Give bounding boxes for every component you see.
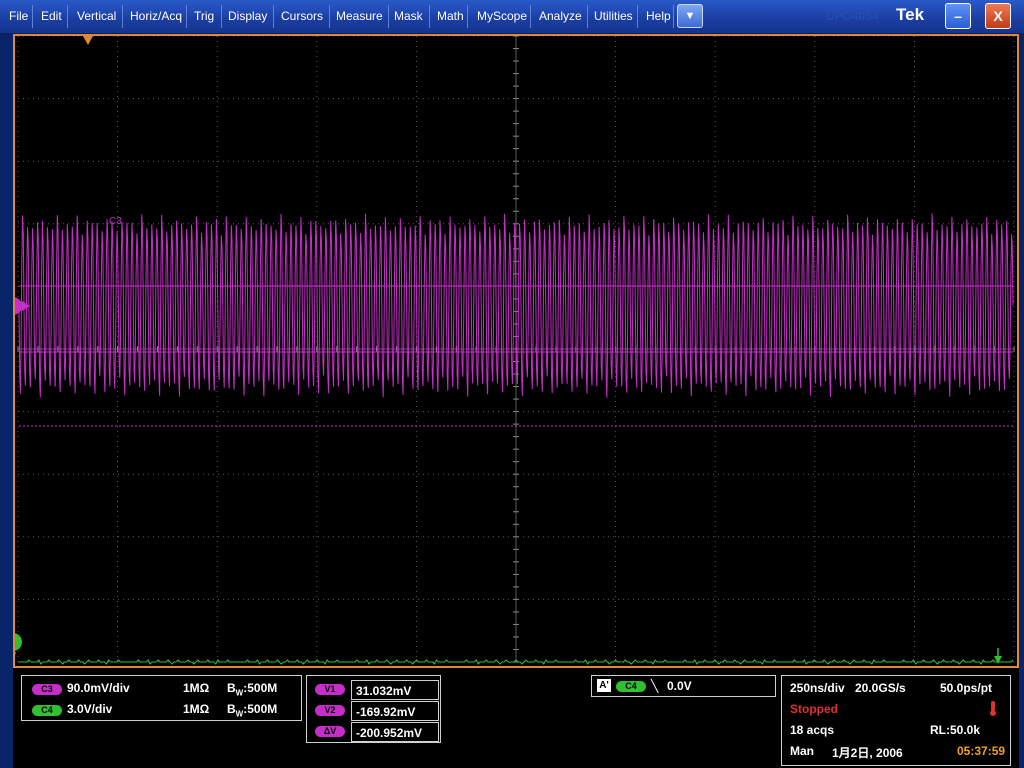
menu-vertical[interactable]: Vertical <box>71 0 122 33</box>
menu-separator <box>273 5 274 28</box>
menu-utilities[interactable]: Utilities <box>588 0 639 33</box>
acquisition-readout[interactable]: 250ns/div 20.0GS/s 50.0ps/pt Stopped 18 … <box>781 675 1011 766</box>
c4-bandwidth: BW:500M <box>227 702 278 719</box>
trigger-position-marker[interactable] <box>83 36 93 45</box>
close-button[interactable]: X <box>985 3 1011 29</box>
trigger-mode: A' <box>597 679 611 692</box>
trigger-level-arrowhead <box>994 656 1002 664</box>
menu-separator <box>186 5 187 28</box>
timebase: 250ns/div <box>790 681 845 695</box>
menu-bar: File Edit Vertical Horiz/Acq Trig Displa… <box>0 0 1024 34</box>
menu-file[interactable]: File <box>3 0 34 33</box>
acquisition-mode: Man <box>790 744 814 758</box>
cursor-delta-badge: ΔV <box>315 726 345 737</box>
cursor-v1-badge: V1 <box>315 684 345 695</box>
cursor-v1-field: 31.032mV <box>351 680 439 700</box>
cursor-v2-value: -169.92mV <box>356 705 416 719</box>
resolution: 50.0ps/pt <box>940 681 993 695</box>
cursor-readout[interactable]: V1 31.032mV V2 -169.92mV ΔV -200.952mV <box>306 675 441 743</box>
menu-separator <box>467 5 468 28</box>
c4-impedance: 1MΩ <box>183 702 210 716</box>
date: 1月2日, 2006 <box>832 746 903 760</box>
c3-impedance: 1MΩ <box>183 681 210 695</box>
menu-help[interactable]: Help <box>640 0 677 33</box>
run-status[interactable]: Stopped <box>790 702 838 716</box>
cursor-v2-badge: V2 <box>315 705 345 716</box>
menu-horiz-acq[interactable]: Horiz/Acq <box>124 0 188 33</box>
c4-ground-marker[interactable] <box>15 633 22 651</box>
status-panel: C3 90.0mV/div 1MΩ BW:500M C4 3.0V/div 1M… <box>13 668 1019 768</box>
c3-badge[interactable]: C3 <box>32 684 62 695</box>
tek-logo: Tek <box>896 5 925 24</box>
menu-myscope[interactable]: MyScope <box>471 0 533 33</box>
menu-edit[interactable]: Edit <box>35 0 68 33</box>
menu-separator <box>67 5 68 28</box>
channel-readout[interactable]: C3 90.0mV/div 1MΩ BW:500M C4 3.0V/div 1M… <box>21 675 302 721</box>
menu-display[interactable]: Display <box>222 0 273 33</box>
cursor-label-c3: C3 <box>109 216 122 227</box>
sample-rate: 20.0GS/s <box>855 681 906 695</box>
cursor-v1-value: 31.032mV <box>356 684 412 698</box>
clock-time: 05:37:59 <box>957 744 1006 758</box>
record-length: RL:50.0k <box>930 723 981 737</box>
menu-separator <box>673 5 674 28</box>
model-watermark: DPO4054 <box>826 9 879 23</box>
menu-analyze[interactable]: Analyze <box>533 0 588 33</box>
menu-separator <box>637 5 638 28</box>
menu-separator <box>122 5 123 28</box>
minimize-button[interactable]: – <box>945 3 971 29</box>
trigger-level: 0.0V <box>667 679 692 693</box>
cursor-delta-value: -200.952mV <box>356 726 423 740</box>
menu-math[interactable]: Math <box>431 0 470 33</box>
menu-dropdown-button[interactable]: ▼ <box>677 4 703 28</box>
c3-scale: 90.0mV/div <box>67 681 130 695</box>
cursor-v2-field: -169.92mV <box>351 701 439 721</box>
menu-separator <box>32 5 33 28</box>
waveform-display[interactable]: C3 3 4 <box>13 34 1019 668</box>
graticule: C3 3 4 <box>15 36 1015 665</box>
menu-cursors[interactable]: Cursors <box>275 0 329 33</box>
menu-separator <box>530 5 531 28</box>
thermometer-icon <box>990 701 996 716</box>
menu-trig[interactable]: Trig <box>188 0 220 33</box>
c4-ground-arrow <box>15 652 16 656</box>
c3-bandwidth: BW:500M <box>227 681 278 698</box>
menu-mask[interactable]: Mask <box>388 0 429 33</box>
c4-badge[interactable]: C4 <box>32 705 62 716</box>
menu-separator <box>429 5 430 28</box>
menu-measure[interactable]: Measure <box>330 0 389 33</box>
cursor-delta-field: -200.952mV <box>351 722 439 742</box>
trigger-slope-icon: ╲ <box>651 679 659 693</box>
acquisition-count: 18 acqs <box>790 723 835 737</box>
c4-scale: 3.0V/div <box>67 702 113 716</box>
trigger-source-badge: C4 <box>616 681 646 692</box>
trigger-readout[interactable]: A' C4 ╲ 0.0V <box>591 675 776 697</box>
